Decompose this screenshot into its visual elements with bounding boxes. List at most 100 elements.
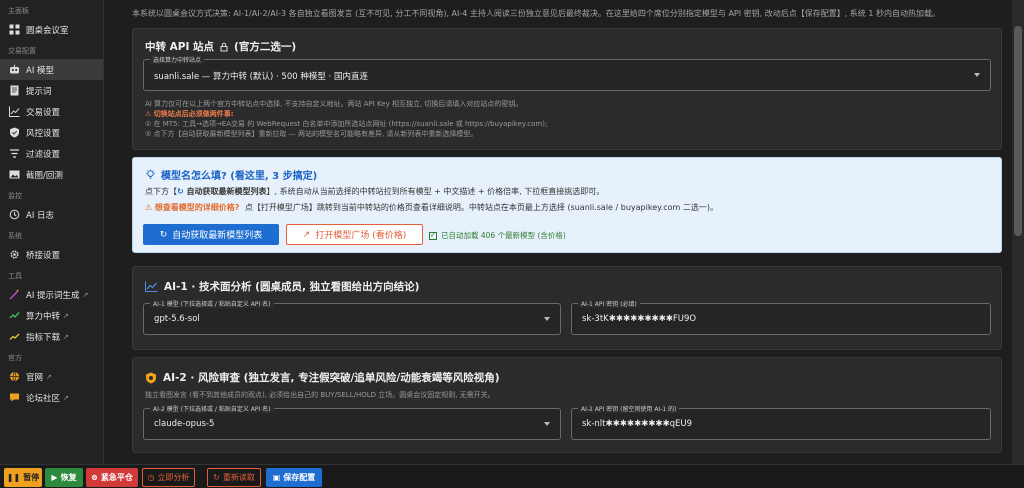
external-link-icon: ↗	[302, 229, 311, 240]
ai2-model-value: claude-opus-5	[154, 419, 215, 429]
help-line-1-bold: 自动获取最新模型列表	[186, 187, 267, 196]
sidebar-item-label: 官网	[26, 372, 44, 383]
external-link-icon: ↗	[63, 311, 69, 320]
globe-icon	[9, 371, 20, 382]
relay-title-text: 中转 API 站点	[145, 41, 215, 53]
chevron-down-icon	[544, 317, 550, 321]
help-title: 模型名怎么填? (看这里, 3 步搞定)	[145, 167, 317, 182]
sidebar-item-label: 论坛社区	[26, 393, 61, 404]
main-content: 本系统以圆桌会议方式决策: AI-1/AI-2/AI-3 各自独立看图发言 (互…	[104, 0, 1012, 464]
reload-label: 重新读取	[222, 473, 255, 482]
pause-label: 暂停	[23, 473, 40, 482]
sidebar-item-label: 过滤设置	[26, 149, 61, 160]
ai1-api-key-input[interactable]: AI-1 API 密钥 (必填) sk-3tK✱✱✱✱✱✱✱✱✱FU9O	[571, 299, 991, 335]
chart-line-icon	[9, 106, 20, 117]
analyze-now-button[interactable]: ◷ 立即分析	[142, 468, 195, 487]
ai1-model-select[interactable]: AI-1 模型 (下拉选择或 / 粘贴自定义 API 名) gpt-5.6-so…	[143, 299, 561, 335]
models-loaded-status: ✓ 已自动加载 406 个最新模型 (含价格)	[429, 230, 566, 241]
history-icon	[9, 209, 20, 220]
resume-button[interactable]: ▶ 恢复	[45, 468, 83, 487]
sidebar-item-label: 指标下载	[26, 332, 61, 343]
pause-button[interactable]: ❚❚ 暂停	[4, 468, 42, 487]
sidebar-group-label: 主面板	[8, 7, 29, 15]
sidebar-item[interactable]: AI 模型	[0, 59, 103, 80]
image-icon	[9, 169, 20, 180]
reload-button[interactable]: ↻ 重新读取	[207, 468, 261, 487]
sidebar-item[interactable]: 论坛社区 ↗	[0, 387, 103, 408]
sidebar-item-label: 圆桌会议室	[26, 25, 69, 36]
ai1-title-text: AI-1 · 技术面分析 (圆桌成员, 独立看图给出方向结论)	[164, 281, 420, 293]
wand-icon	[9, 289, 20, 300]
sidebar-item-label: AI 提示词生成	[26, 290, 80, 301]
lightbulb-icon	[145, 169, 156, 180]
sidebar-item[interactable]: AI 日志	[0, 204, 103, 225]
sidebar-group-label: 工具	[8, 272, 22, 280]
sidebar-item[interactable]: 提示词	[0, 80, 103, 101]
ai1-key-label: AI-1 API 密钥 (必填)	[578, 299, 640, 308]
sidebar-item[interactable]: AI 提示词生成 ↗	[0, 284, 103, 305]
fetch-models-button[interactable]: ↻ 自动获取最新模型列表	[143, 224, 279, 245]
help-line-1-post: 】, 系统自动从当前选择的中转站拉到所有模型 + 中文描述 + 价格倍率, 下拉…	[266, 187, 605, 196]
filter-icon	[9, 148, 20, 159]
ai2-key-value: sk-nlt✱✱✱✱✱✱✱✱✱qEU9	[582, 419, 692, 429]
chevron-down-icon	[974, 73, 980, 77]
sidebar-item-label: 桥接设置	[26, 250, 61, 261]
sidebar-item[interactable]: 截图/回测	[0, 164, 103, 185]
clock-icon: ◷	[147, 473, 155, 482]
sidebar-item[interactable]: 风控设置	[0, 122, 103, 143]
ai1-key-value: sk-3tK✱✱✱✱✱✱✱✱✱FU9O	[582, 314, 697, 324]
scrollbar-thumb[interactable]	[1014, 26, 1022, 236]
refresh-icon: ↻	[177, 187, 187, 196]
relay-step-1: ① 在 MT5: 工具→选项→EA交易 的 WebRequest 白名单中添加所…	[145, 120, 548, 128]
sidebar-item-label: 交易设置	[26, 107, 61, 118]
chat-icon	[9, 392, 20, 403]
shield-icon	[9, 127, 20, 138]
sidebar-item[interactable]: 交易设置	[0, 101, 103, 122]
bottom-toolbar: ❚❚ 暂停 ▶ 恢复 ⊗ 紧急平仓 ◷ 立即分析 ↻ 重新读取 ▣ 保存配置	[0, 464, 1024, 488]
grid-icon	[9, 24, 20, 35]
help-line-1: 点下方【↻ 自动获取最新模型列表】, 系统自动从当前选择的中转站拉到所有模型 +…	[145, 186, 604, 197]
sidebar-item[interactable]: 指标下载 ↗	[0, 326, 103, 347]
main-scrollbar[interactable]	[1012, 0, 1024, 464]
relay-site-select[interactable]: 选择算力中转站点 suanli.sale — 算力中转 (默认) · 500 种…	[143, 55, 991, 91]
external-link-icon: ↗	[63, 332, 69, 341]
gear-icon	[9, 249, 20, 260]
relay-site-label: 选择算力中转站点	[150, 55, 205, 64]
ai2-model-select[interactable]: AI-2 模型 (下拉选择或 / 粘贴自定义 API 名) claude-opu…	[143, 404, 561, 440]
sidebar-item-label: 算力中转	[26, 311, 61, 322]
shield-icon	[145, 372, 157, 384]
resume-label: 恢复	[60, 473, 77, 482]
help-line-2-post: 点【打开模型广场】跳转到当前中转站的价格页查看详细说明。中转站点在本页最上方选择…	[244, 203, 719, 212]
ai2-description: 独立看图发言 (看不到其他成员的观点), 必须给出自己的 BUY/SELL/HO…	[145, 391, 495, 399]
save-config-button[interactable]: ▣ 保存配置	[266, 468, 322, 487]
play-icon: ▶	[51, 473, 58, 482]
sidebar-item[interactable]: 桥接设置	[0, 244, 103, 265]
sidebar-group-label: 系统	[8, 232, 22, 240]
ai2-card: AI-2 · 风险审查 (独立发言, 专注假突破/追单风险/动能衰竭等风险视角)…	[132, 357, 1002, 453]
ai2-title: AI-2 · 风险审查 (独立发言, 专注假突破/追单风险/动能衰竭等风险视角)	[145, 370, 500, 385]
sidebar-item-label: 截图/回测	[26, 170, 63, 181]
intro-text: 本系统以圆桌会议方式决策: AI-1/AI-2/AI-3 各自独立看图发言 (互…	[132, 9, 940, 18]
emergency-close-button[interactable]: ⊗ 紧急平仓	[86, 468, 138, 487]
sidebar-item[interactable]: 官网 ↗	[0, 366, 103, 387]
ai1-model-label: AI-1 模型 (下拉选择或 / 粘贴自定义 API 名)	[150, 299, 274, 308]
sidebar-item[interactable]: 过滤设置	[0, 143, 103, 164]
robot-icon	[9, 64, 20, 75]
ai2-api-key-input[interactable]: AI-2 API 密钥 (留空则使用 AI-1 的) sk-nlt✱✱✱✱✱✱✱…	[571, 404, 991, 440]
pause-icon: ❚❚	[6, 473, 21, 482]
open-model-square-button[interactable]: ↗ 打开模型广场 (看价格)	[286, 224, 423, 245]
external-link-icon: ↗	[82, 290, 89, 299]
sidebar-item-label: AI 日志	[26, 210, 55, 221]
models-loaded-text: 已自动加载 406 个最新模型 (含价格)	[441, 231, 566, 240]
external-link-icon: ↗	[63, 393, 69, 402]
ai1-card: AI-1 · 技术面分析 (圆桌成员, 独立看图给出方向结论) AI-1 模型 …	[132, 266, 1002, 350]
warning-icon: ⚠	[145, 203, 155, 212]
relay-warning: ⚠ 切换站点后必须做两件事:	[145, 110, 234, 118]
external-link-icon: ↗	[46, 372, 52, 381]
sidebar-item[interactable]: 圆桌会议室	[0, 19, 103, 40]
open-model-square-label: 打开模型广场 (看价格)	[315, 231, 407, 241]
sidebar-item[interactable]: 算力中转 ↗	[0, 305, 103, 326]
fetch-models-label: 自动获取最新模型列表	[172, 231, 263, 241]
lock-icon	[219, 42, 229, 52]
checkbox-icon: ✓	[429, 231, 437, 240]
